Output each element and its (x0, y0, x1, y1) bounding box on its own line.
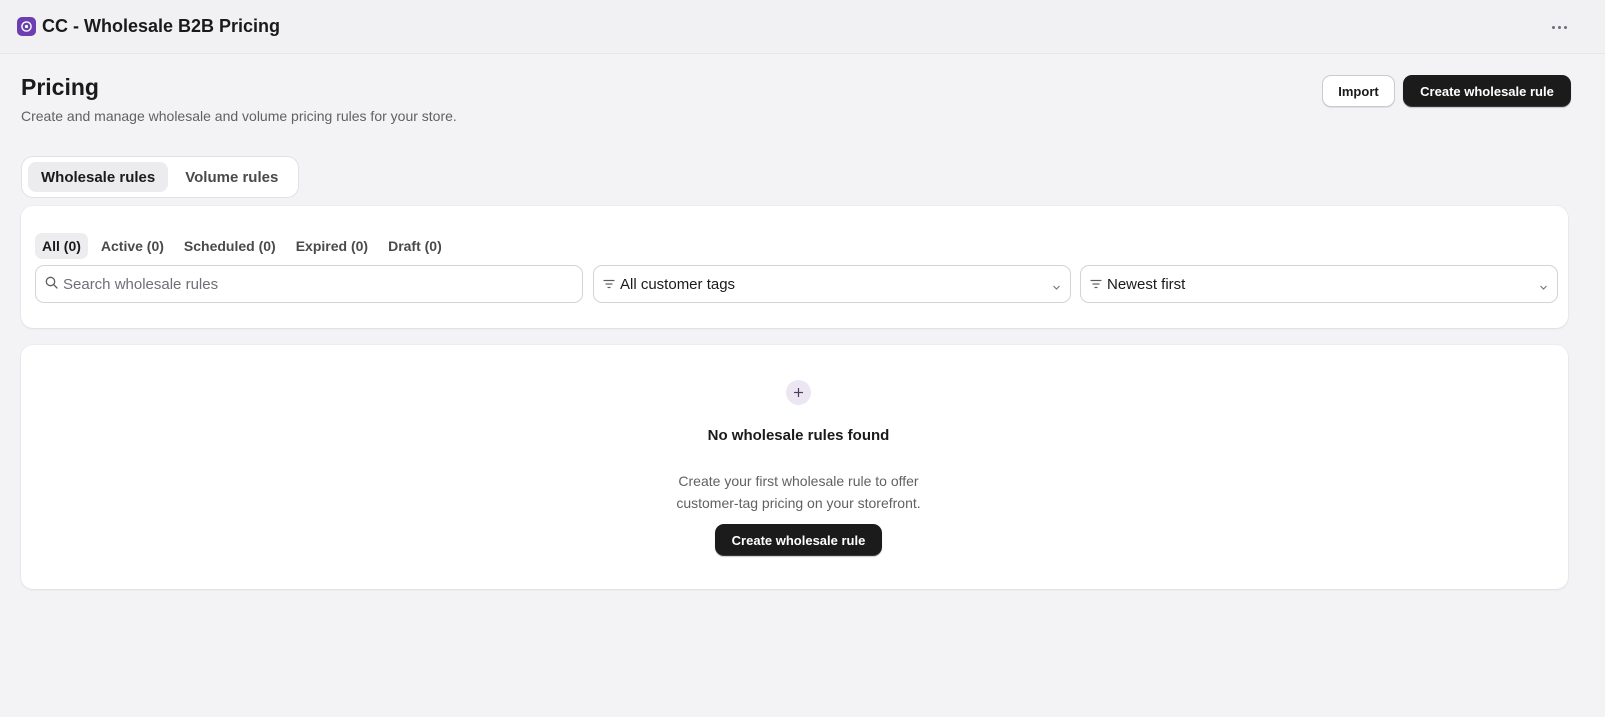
filters-card: All (0) Active (0) Scheduled (0) Expired… (21, 206, 1568, 328)
tab-wholesale-rules[interactable]: Wholesale rules (28, 162, 169, 192)
status-filter-tabs: All (0) Active (0) Scheduled (0) Expired… (35, 233, 449, 259)
page-title: Pricing (21, 74, 99, 100)
empty-state-card: No wholesale rules found Create your fir… (21, 345, 1568, 589)
import-button[interactable]: Import (1322, 75, 1395, 107)
filter-lines-icon (1090, 276, 1102, 293)
sort-select[interactable]: Newest first (1080, 265, 1558, 303)
app-title: CC - Wholesale B2B Pricing (42, 16, 281, 36)
empty-state-description-line: Create your first wholesale rule to offe… (678, 473, 919, 489)
customer-tags-select[interactable]: All customer tags (593, 265, 1071, 303)
empty-state-create-button[interactable]: Create wholesale rule (715, 524, 882, 556)
empty-state-title: No wholesale rules found (707, 427, 890, 444)
chevron-down-icon (1052, 279, 1061, 296)
customer-tags-value: All customer tags (620, 275, 736, 293)
sort-value: Newest first (1107, 275, 1186, 293)
app-logo-icon (17, 17, 36, 36)
page-subtitle: Create and manage wholesale and volume p… (21, 108, 457, 124)
status-tab-scheduled[interactable]: Scheduled (0) (177, 233, 283, 259)
plus-icon (786, 380, 811, 405)
status-tab-draft[interactable]: Draft (0) (381, 233, 449, 259)
search-field[interactable] (35, 265, 583, 303)
search-icon (45, 276, 58, 293)
more-horizontal-icon (1551, 25, 1555, 29)
status-tab-expired[interactable]: Expired (0) (289, 233, 375, 259)
empty-state-description: Create your first wholesale rule to offe… (21, 470, 1576, 514)
create-wholesale-rule-button[interactable]: Create wholesale rule (1403, 75, 1571, 107)
filter-lines-icon (603, 276, 615, 293)
status-tab-active[interactable]: Active (0) (94, 233, 171, 259)
search-input[interactable] (63, 275, 563, 293)
rule-type-tabs: Wholesale rules Volume rules (21, 156, 299, 198)
app-header: CC - Wholesale B2B Pricing (0, 0, 1605, 54)
chevron-down-icon (1539, 279, 1548, 296)
tab-volume-rules[interactable]: Volume rules (172, 162, 291, 192)
empty-state-description-line: customer-tag pricing on your storefront. (676, 495, 921, 511)
status-tab-all[interactable]: All (0) (35, 233, 88, 259)
more-actions-button[interactable] (1545, 17, 1573, 37)
